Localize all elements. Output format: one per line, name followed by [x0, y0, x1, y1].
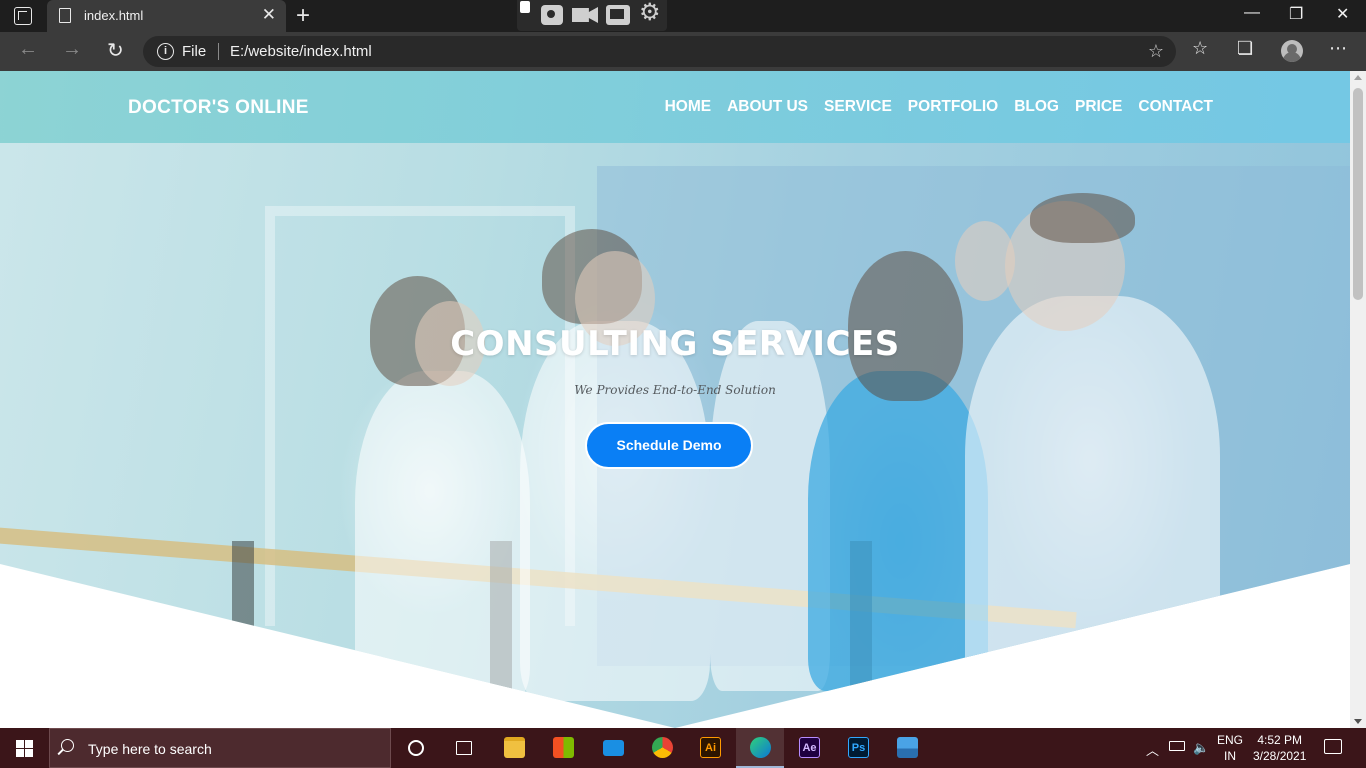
collections-icon[interactable]: ❏: [1237, 38, 1253, 59]
hero-title: CONSULTING SERVICES: [450, 324, 900, 364]
nav-price[interactable]: PRICE: [1075, 98, 1122, 116]
maximize-button[interactable]: ❐: [1289, 4, 1303, 24]
url-text[interactable]: E:/website/index.html: [230, 43, 372, 60]
address-divider: [218, 43, 219, 60]
volume-icon[interactable]: 🔈: [1193, 740, 1209, 756]
hero-subtitle: We Provides End-to-End Solution: [574, 383, 776, 397]
schedule-demo-button[interactable]: Schedule Demo: [585, 422, 753, 469]
nav-service[interactable]: SERVICE: [824, 98, 892, 116]
snipping-toolbar: ⚙: [517, 0, 667, 31]
gear-icon[interactable]: ⚙: [639, 1, 661, 25]
profile-avatar[interactable]: [1281, 40, 1303, 62]
file-explorer-icon[interactable]: [490, 728, 538, 768]
clock-date: 3/28/2021: [1253, 749, 1307, 763]
browser-tab[interactable]: index.html ✕: [47, 0, 286, 32]
search-icon: [61, 739, 74, 752]
language-indicator[interactable]: ENG IN: [1217, 732, 1243, 764]
scroll-up-arrow-icon[interactable]: [1354, 75, 1362, 80]
cortana-icon[interactable]: [392, 728, 440, 768]
task-view-icon[interactable]: [440, 728, 488, 768]
camera-icon[interactable]: [541, 5, 563, 25]
after-effects-icon[interactable]: Ae: [785, 728, 833, 768]
nav-contact[interactable]: CONTACT: [1138, 98, 1213, 116]
nav-blog[interactable]: BLOG: [1014, 98, 1059, 116]
region-code: IN: [1224, 749, 1236, 763]
new-tab-button[interactable]: +: [296, 2, 310, 30]
mail-icon[interactable]: [589, 728, 637, 768]
scheme-label: File: [182, 43, 207, 60]
page-icon: [59, 8, 71, 23]
browser-toolbar: ← → ↻ i File E:/website/index.html ☆ ☆ ❏…: [0, 32, 1366, 71]
site-nav: HOME ABOUT US SERVICE PORTFOLIO BLOG PRI…: [665, 98, 1213, 116]
chrome-icon[interactable]: [638, 728, 686, 768]
nav-portfolio[interactable]: PORTFOLIO: [908, 98, 998, 116]
clock-time: 4:52 PM: [1257, 733, 1303, 747]
close-window-button[interactable]: ✕: [1336, 4, 1349, 24]
site-logo[interactable]: DOCTOR'S ONLINE: [128, 97, 309, 119]
pin-icon[interactable]: [520, 1, 530, 13]
video-camera-icon[interactable]: [572, 7, 598, 23]
nav-home[interactable]: HOME: [665, 98, 712, 116]
scroll-thumb[interactable]: [1353, 88, 1363, 300]
windows-taskbar: Type here to search Ai Ae Ps ︿ 🔈 ENG IN …: [0, 728, 1366, 768]
show-hidden-icons-chevron-icon[interactable]: ︿: [1146, 740, 1159, 759]
windows-start-icon[interactable]: [16, 740, 33, 757]
microsoft-store-icon[interactable]: [539, 728, 587, 768]
browser-title-bar: index.html ✕ + ⚙ — ❐ ✕: [0, 0, 1366, 32]
photos-icon[interactable]: [883, 728, 931, 768]
battery-icon[interactable]: [1169, 741, 1185, 751]
minimize-button[interactable]: —: [1244, 4, 1260, 22]
forward-arrow-icon[interactable]: →: [62, 38, 82, 61]
notification-center-icon[interactable]: [1324, 739, 1342, 754]
tab-actions-icon[interactable]: [14, 7, 32, 25]
info-icon[interactable]: i: [157, 43, 174, 60]
favorites-icon[interactable]: ☆: [1192, 38, 1208, 59]
site-header: DOCTOR'S ONLINE HOME ABOUT US SERVICE PO…: [0, 71, 1350, 143]
page-viewport: DOCTOR'S ONLINE HOME ABOUT US SERVICE PO…: [0, 71, 1350, 728]
gallery-icon[interactable]: [606, 5, 630, 25]
hero-image: [0, 71, 1350, 728]
page-scrollbar[interactable]: [1350, 71, 1366, 728]
taskbar-search-box[interactable]: Type here to search: [49, 728, 391, 768]
search-placeholder: Type here to search: [88, 741, 212, 757]
tab-title: index.html: [84, 8, 144, 23]
refresh-icon[interactable]: ↻: [107, 38, 124, 63]
scroll-down-arrow-icon[interactable]: [1354, 719, 1362, 724]
back-arrow-icon[interactable]: ←: [18, 38, 38, 61]
photoshop-icon[interactable]: Ps: [834, 728, 882, 768]
system-clock[interactable]: 4:52 PM 3/28/2021: [1253, 732, 1306, 764]
language-code: ENG: [1217, 733, 1244, 747]
more-menu-icon[interactable]: ⋯: [1329, 38, 1347, 59]
illustrator-icon[interactable]: Ai: [686, 728, 734, 768]
tab-close-icon[interactable]: ✕: [262, 5, 276, 25]
address-bar[interactable]: i File E:/website/index.html ☆: [143, 36, 1176, 67]
add-favorite-icon[interactable]: ☆: [1148, 41, 1164, 62]
nav-about-us[interactable]: ABOUT US: [727, 98, 808, 116]
edge-icon[interactable]: [736, 728, 784, 768]
